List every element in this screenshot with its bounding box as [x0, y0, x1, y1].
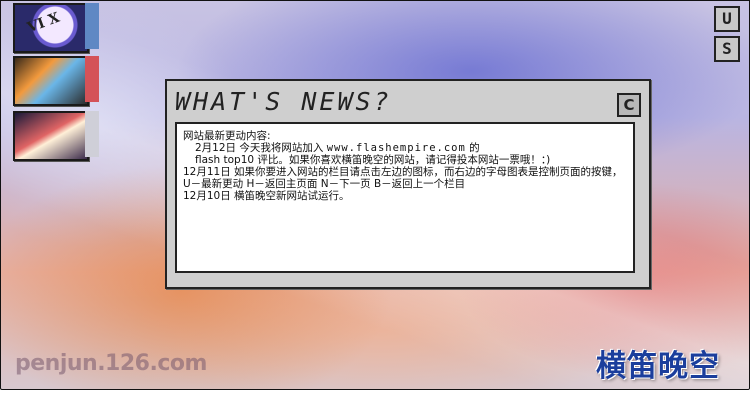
news-line-1: 2月12日 今天我将网站加入 www.flashempire.com 的: [183, 142, 627, 154]
thumb-disk-strip: [85, 111, 99, 157]
news-line-1-suffix: 的: [465, 142, 480, 154]
latest-updates-button[interactable]: U: [714, 6, 740, 32]
news-line-4: 12月10日 横笛晚空新网站试运行。: [183, 190, 350, 202]
news-line-1-prefix: 2月12日 今天我将网站加入: [195, 142, 327, 154]
thumb-keyboard[interactable]: [13, 56, 89, 106]
thumb-clock[interactable]: VI X: [13, 3, 89, 53]
news-dialog: WHAT'S NEWS? C 网站最新更动内容: 2月12日 今天我将网站加入 …: [165, 79, 651, 289]
close-button[interactable]: C: [617, 93, 641, 117]
news-url-link[interactable]: www.flashempire.com: [327, 142, 466, 154]
s-button[interactable]: S: [714, 36, 740, 62]
thumb-keyboard-strip: [85, 56, 99, 102]
thumb-clock-glyphs: VI X: [25, 9, 62, 37]
news-title: WHAT'S NEWS?: [175, 87, 392, 116]
thumb-clock-strip: [85, 3, 99, 49]
thumb-disk[interactable]: [13, 111, 89, 161]
site-logo: 横笛晚空: [596, 349, 720, 384]
news-content: 网站最新更动内容: 2月12日 今天我将网站加入 www.flashempire…: [175, 122, 635, 273]
news-line-2: flash top10 评比。如果你喜欢横笛晚空的网站，请记得投本网站一票哦！：…: [195, 154, 551, 166]
news-line-3: 12月11日 如果你要进入网站的栏目请点击左边的图标，而右边的字母图表是控制页面…: [183, 166, 623, 190]
site-url: penjun.126.com: [15, 351, 207, 376]
flash-stage: VI X U S WHAT'S NEWS? C 网站最新更动内容: 2月12日 …: [0, 0, 750, 390]
news-heading: 网站最新更动内容:: [183, 130, 271, 142]
